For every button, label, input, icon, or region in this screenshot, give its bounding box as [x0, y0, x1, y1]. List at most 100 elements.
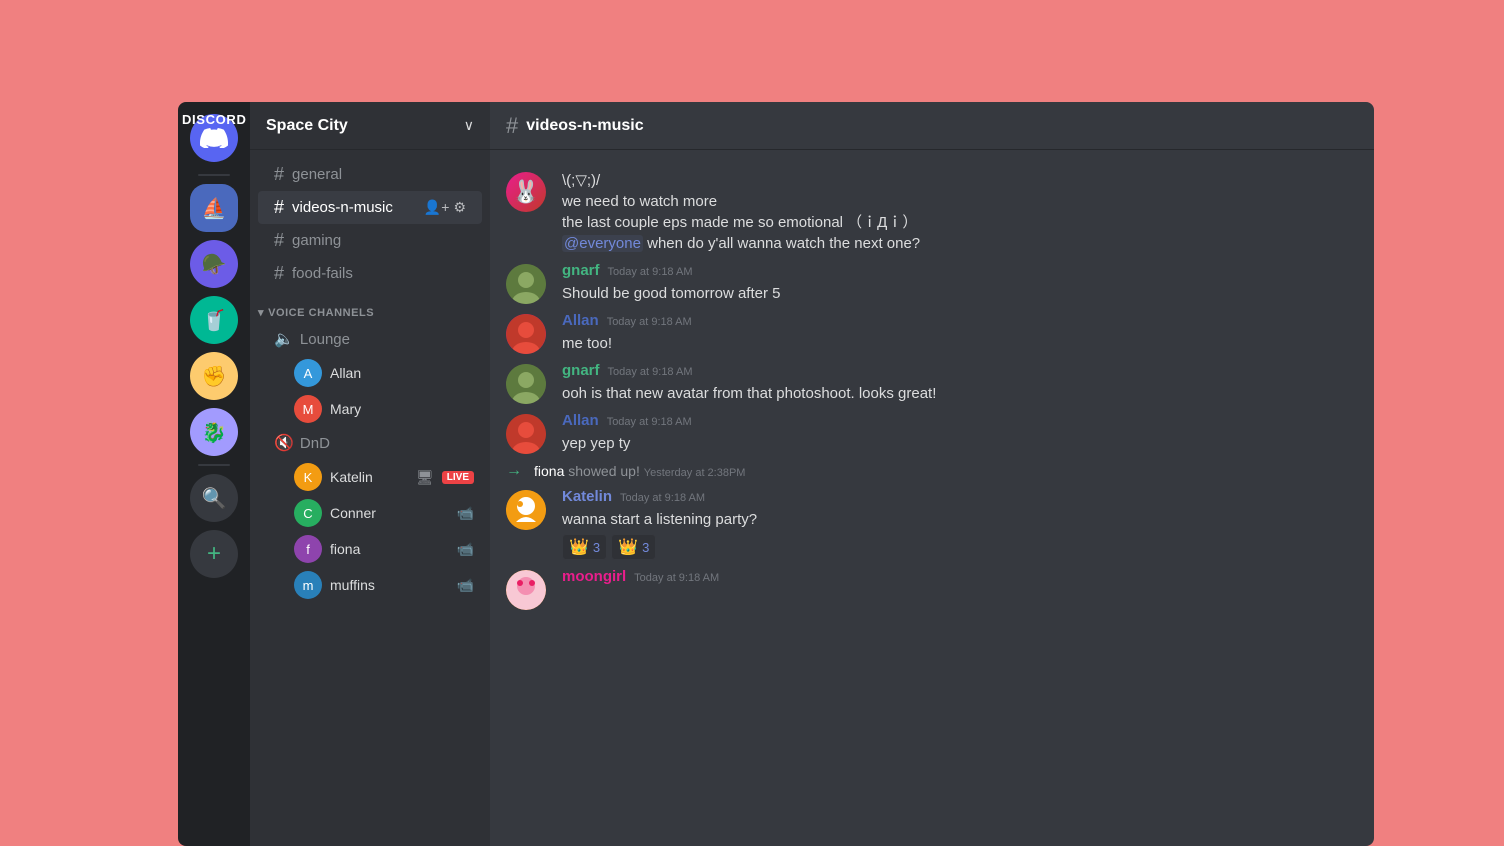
voice-username: muffins — [330, 577, 375, 593]
camera-icon-3: 📹 — [457, 577, 474, 594]
avatar-mary: M — [294, 395, 322, 423]
message-group-gnarf1: gnarf Today at 9:18 AM Should be good to… — [490, 258, 1374, 308]
server-chevron-icon: ∨ — [464, 117, 474, 134]
channel-name: gaming — [292, 232, 341, 249]
avatar — [506, 314, 546, 354]
channel-item-gaming[interactable]: # gaming — [258, 224, 482, 257]
message-username: Allan — [562, 412, 599, 429]
voice-user-katelin[interactable]: K Katelin 🖥 LIVE — [258, 459, 482, 495]
message-timestamp: Today at 9:18 AM — [608, 366, 693, 378]
avatar-allan: A — [294, 359, 322, 387]
message-group-gnarf2: gnarf Today at 9:18 AM ooh is that new a… — [490, 358, 1374, 408]
mention: @everyone — [562, 235, 643, 252]
message-content: Allan Today at 9:18 AM me too! — [562, 312, 1358, 354]
voice-user-muffins[interactable]: m muffins 📹 — [258, 567, 482, 603]
message-header: moongirl Today at 9:18 AM — [562, 568, 1358, 585]
voice-user-allan[interactable]: A Allan — [258, 355, 482, 391]
system-actor: fiona — [534, 463, 564, 479]
join-arrow-icon: → — [506, 462, 522, 480]
server-icon-drink[interactable]: 🥤 — [190, 296, 238, 344]
voice-channel-name: DnD — [300, 435, 330, 452]
message-content: gnarf Today at 9:18 AM ooh is that new a… — [562, 362, 1358, 404]
reaction-emoji: 👑 — [569, 537, 589, 557]
channel-item-videos-n-music[interactable]: # videos-n-music 👤+ ⚙ — [258, 191, 482, 224]
message-content: \(;▽;)/ we need to watch more the last c… — [562, 170, 1358, 254]
add-server-button[interactable]: + — [190, 530, 238, 578]
avatar: 🐰 — [506, 172, 546, 212]
screen-icon: 🖥 — [416, 469, 434, 486]
chat-channel-title: videos-n-music — [526, 117, 643, 135]
message-text-4: @everyone when do y'all wanna watch the … — [562, 233, 1358, 254]
chat-messages: 🐰 \(;▽;)/ we need to watch more the last… — [490, 150, 1374, 846]
server-icon-fist[interactable]: ✊ — [190, 352, 238, 400]
message-timestamp: Today at 9:18 AM — [634, 572, 719, 584]
system-action: showed up! — [568, 463, 644, 479]
avatar — [506, 364, 546, 404]
server-divider — [198, 174, 230, 176]
message-group-allan2: Allan Today at 9:18 AM yep yep ty — [490, 408, 1374, 458]
voice-channel-lounge[interactable]: 🔈 Lounge — [258, 323, 482, 355]
voice-user-fiona[interactable]: f fiona 📹 — [258, 531, 482, 567]
message-username: gnarf — [562, 362, 600, 379]
section-label: VOICE CHANNELS — [268, 307, 374, 319]
channel-name: general — [292, 166, 342, 183]
avatar-muffins: m — [294, 571, 322, 599]
reaction-crown-1[interactable]: 👑 3 — [562, 534, 607, 560]
message-content: gnarf Today at 9:18 AM Should be good to… — [562, 262, 1358, 304]
message-text-3: the last couple eps made me so emotional… — [562, 212, 1358, 233]
message-content: moongirl Today at 9:18 AM — [562, 568, 1358, 610]
message-header: Katelin Today at 9:18 AM — [562, 488, 1358, 505]
avatar — [506, 264, 546, 304]
channel-hash-icon: # — [506, 113, 518, 139]
message-timestamp: Today at 9:18 AM — [607, 316, 692, 328]
server-search-button[interactable]: 🔍 — [190, 474, 238, 522]
voice-user-mary[interactable]: M Mary — [258, 391, 482, 427]
voice-username: fiona — [330, 541, 360, 557]
hash-icon: # — [274, 164, 284, 185]
message-timestamp: Today at 9:18 AM — [608, 266, 693, 278]
server-icon-boat[interactable]: ⛵ — [190, 184, 238, 232]
avatar-conner: C — [294, 499, 322, 527]
server-list: ⛵ 🪖 🥤 ✊ 🐉 🔍 + — [178, 102, 250, 846]
voice-channel-dnd[interactable]: 🔇 DnD — [258, 427, 482, 459]
channel-item-food-fails[interactable]: # food-fails — [258, 257, 482, 290]
voice-channels-header[interactable]: ▾ VOICE CHANNELS — [250, 290, 490, 323]
reaction-crown-2[interactable]: 👑 3 — [611, 534, 656, 560]
voice-user-conner[interactable]: C Conner 📹 — [258, 495, 482, 531]
main-chat: # videos-n-music 🐰 \(;▽;)/ we need to wa… — [490, 102, 1374, 846]
message-header: Allan Today at 9:18 AM — [562, 412, 1358, 429]
message-header: Allan Today at 9:18 AM — [562, 312, 1358, 329]
app-window: ⛵ 🪖 🥤 ✊ 🐉 🔍 + Space City ∨ — [178, 102, 1374, 846]
collapse-icon: ▾ — [258, 306, 264, 319]
message-text: me too! — [562, 333, 1358, 354]
chat-header: # videos-n-music — [490, 102, 1374, 150]
avatar — [506, 570, 546, 610]
live-badge: LIVE — [442, 471, 474, 484]
message-username: Katelin — [562, 488, 612, 505]
message-timestamp: Today at 9:18 AM — [620, 492, 705, 504]
avatar-fiona: f — [294, 535, 322, 563]
server-icon-dragon[interactable]: 🐉 — [190, 408, 238, 456]
message-text: wanna start a listening party? — [562, 509, 1358, 530]
message-timestamp: Today at 9:18 AM — [607, 416, 692, 428]
message-username: Allan — [562, 312, 599, 329]
channel-item-general[interactable]: # general — [258, 158, 482, 191]
avatar-katelin: K — [294, 463, 322, 491]
reaction-bar: 👑 3 👑 3 — [562, 534, 1358, 560]
server-icon-helmet[interactable]: 🪖 — [190, 240, 238, 288]
voice-username: Allan — [330, 365, 361, 381]
channel-list: # general # videos-n-music 👤+ ⚙ # gaming… — [250, 150, 490, 846]
add-user-icon[interactable]: 👤+ — [424, 199, 450, 216]
speaker-muted-icon: 🔇 — [274, 433, 294, 453]
settings-icon[interactable]: ⚙ — [453, 199, 466, 216]
message-group-allan1: Allan Today at 9:18 AM me too! — [490, 308, 1374, 358]
server-name-bar[interactable]: Space City ∨ — [250, 102, 490, 150]
voice-username: Conner — [330, 505, 376, 521]
hash-icon: # — [274, 230, 284, 251]
system-message-fiona: → fiona showed up! Yesterday at 2:38PM — [490, 458, 1374, 484]
message-group: 🐰 \(;▽;)/ we need to watch more the last… — [490, 166, 1374, 258]
message-text: \(;▽;)/ — [562, 170, 1358, 191]
message-text: Should be good tomorrow after 5 — [562, 283, 1358, 304]
message-header: gnarf Today at 9:18 AM — [562, 362, 1358, 379]
reaction-count-2: 3 — [642, 540, 649, 555]
